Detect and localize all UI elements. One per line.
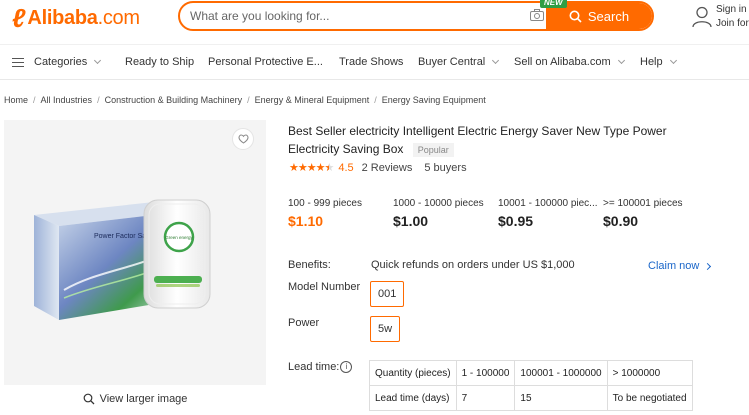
table-cell: 7	[455, 385, 516, 411]
info-icon[interactable]: i	[340, 361, 353, 374]
price-tier: 1000 - 10000 pieces $1.00	[393, 198, 493, 229]
table-cell: Quantity (pieces)	[369, 360, 457, 386]
claim-now-label: Claim now	[648, 260, 700, 272]
breadcrumb-item[interactable]: All Industries	[41, 95, 93, 105]
nav-categories[interactable]: Categories	[12, 56, 102, 68]
main-nav: Categories Ready to Ship Personal Protec…	[0, 44, 749, 80]
claim-now-link[interactable]: Claim now	[648, 260, 712, 272]
chevron-down-icon	[492, 56, 500, 65]
price-tier-price: $0.95	[498, 213, 534, 229]
lead-time-table: Quantity (pieces) 1 - 100000 100001 - 10…	[369, 360, 693, 411]
benefits-text: Quick refunds on orders under US $1,000	[371, 259, 575, 271]
rating-row: ★★★★★★ 4.5 2 Reviews 5 buyers	[289, 161, 467, 175]
camera-icon[interactable]	[530, 9, 544, 21]
breadcrumb-separator: /	[374, 95, 377, 105]
product-title-text: Best Seller electricity Intelligent Elec…	[288, 124, 667, 156]
search-button-label: Search	[587, 8, 630, 24]
power-option-label: 5w	[378, 323, 393, 335]
search-bar: Search	[178, 1, 654, 31]
chevron-down-icon	[617, 56, 625, 65]
join-free-link[interactable]: Join for free	[716, 18, 749, 30]
table-row: Quantity (pieces) 1 - 100000 100001 - 10…	[369, 360, 693, 386]
alibaba-logo[interactable]: ℓ Alibaba.com	[12, 4, 140, 32]
breadcrumb-separator: /	[247, 95, 250, 105]
power-option[interactable]: 5w	[370, 316, 401, 342]
breadcrumb-item[interactable]: Energy & Mineral Equipment	[255, 95, 370, 105]
nav-ppe-label: Personal Protective E...	[208, 56, 323, 68]
popular-tag: Popular	[412, 142, 454, 157]
star-rating-icon: ★★★★★★	[289, 162, 334, 174]
price-tier: 100 - 999 pieces $1.10	[288, 198, 388, 229]
nav-buyer-central[interactable]: Buyer Central	[418, 56, 500, 68]
model-number-label: Model Number	[288, 281, 361, 293]
table-cell: 100001 - 1000000	[514, 360, 608, 386]
table-cell: 1 - 100000	[455, 360, 516, 386]
price-tier-price: $0.90	[603, 213, 639, 229]
logo-suffix: .com	[97, 6, 140, 29]
chevron-down-icon	[669, 56, 677, 65]
lead-time-label-text: Lead time:	[288, 361, 340, 373]
price-tier-qty: 1000 - 10000 pieces	[393, 198, 484, 209]
view-larger-image-button[interactable]: View larger image	[4, 386, 266, 412]
benefits-label: Benefits:	[288, 259, 331, 271]
new-badge: NEW	[540, 0, 567, 8]
search-input[interactable]	[180, 3, 550, 29]
price-tier: >= 100001 pieces $0.90	[603, 198, 703, 229]
header: ℓ Alibaba.com Search NEW Sign in Join fo…	[0, 0, 749, 44]
power-label: Power	[288, 317, 320, 329]
nav-help-label: Help	[640, 56, 663, 68]
nav-sell-label: Sell on Alibaba.com	[514, 56, 611, 68]
heart-icon	[238, 134, 248, 144]
price-tier-price: $1.10	[288, 213, 324, 229]
chevron-right-icon	[704, 262, 712, 270]
product-title: Best Seller electricity Intelligent Elec…	[288, 122, 688, 158]
breadcrumb-separator: /	[97, 95, 100, 105]
breadcrumb-item[interactable]: Energy Saving Equipment	[382, 95, 486, 105]
nav-trade-shows-label: Trade Shows	[339, 56, 404, 68]
model-option[interactable]: 001	[370, 281, 405, 307]
breadcrumb: Home / All Industries / Construction & B…	[4, 95, 486, 105]
nav-ppe[interactable]: Personal Protective E...	[208, 56, 323, 68]
price-tier-qty: 10001 - 100000 piec...	[498, 198, 598, 209]
product-image-panel[interactable]: Power Factor Saver Green energy	[4, 120, 266, 385]
table-cell: > 1000000	[606, 360, 693, 386]
favorite-button[interactable]	[232, 128, 254, 150]
breadcrumb-item[interactable]: Construction & Building Machinery	[105, 95, 243, 105]
table-cell: To be negotiated	[606, 385, 693, 411]
zoom-icon	[83, 393, 95, 405]
nav-ready-to-ship-label: Ready to Ship	[125, 56, 195, 68]
breadcrumb-item[interactable]: Home	[4, 95, 28, 105]
sign-in-link[interactable]: Sign in	[716, 4, 747, 16]
table-row: Lead time (days) 7 15 To be negotiated	[369, 385, 693, 411]
logo-text: Alibaba	[27, 6, 98, 29]
price-tier-qty: >= 100001 pieces	[603, 198, 683, 209]
nav-sell[interactable]: Sell on Alibaba.com	[514, 56, 625, 68]
model-option-label: 001	[378, 288, 397, 300]
nav-help[interactable]: Help	[640, 56, 677, 68]
nav-buyer-central-label: Buyer Central	[418, 56, 486, 68]
table-cell: 15	[514, 385, 608, 411]
breadcrumb-separator: /	[33, 95, 36, 105]
chevron-down-icon	[94, 56, 102, 65]
lead-time-label: Lead time: i	[288, 361, 353, 374]
buyers-count: 5 buyers	[424, 161, 467, 174]
menu-icon	[12, 57, 24, 67]
user-icon	[692, 6, 712, 28]
rating-value: 4.5	[338, 161, 354, 174]
nav-trade-shows[interactable]: Trade Shows	[339, 56, 403, 68]
alibaba-logo-icon: ℓ	[12, 3, 26, 33]
product-image: Power Factor Saver Green energy	[34, 199, 211, 320]
nav-ready-to-ship[interactable]: Ready to Ship	[125, 56, 194, 68]
price-tier: 10001 - 100000 piec... $0.95	[498, 198, 598, 229]
view-larger-label: View larger image	[99, 393, 188, 405]
reviews-link[interactable]: 2 Reviews	[362, 162, 413, 174]
user-account[interactable]: Sign in Join for free	[692, 4, 749, 34]
nav-categories-label: Categories	[34, 56, 88, 68]
table-cell: Lead time (days)	[369, 385, 457, 411]
price-tier-price: $1.00	[393, 213, 429, 229]
price-tier-qty: 100 - 999 pieces	[288, 198, 362, 209]
search-icon	[569, 10, 582, 23]
device-label: Green energy	[165, 235, 193, 240]
